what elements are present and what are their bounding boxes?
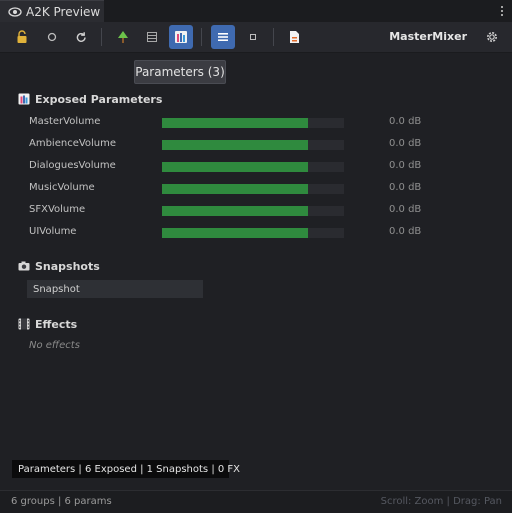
footer-counts: 6 groups | 6 params xyxy=(11,496,112,507)
expanded-layout-button[interactable] xyxy=(211,25,235,49)
parameter-name: AmbienceVolume xyxy=(29,138,117,149)
status-summary: Parameters | 6 Exposed | 1 Snapshots | 0… xyxy=(12,460,240,478)
meter-fill xyxy=(162,140,308,150)
meter-fill xyxy=(162,162,308,172)
footer-bar: 6 groups | 6 params Scroll: Zoom | Drag:… xyxy=(0,490,512,513)
meter-fill xyxy=(162,206,308,216)
refresh-icon xyxy=(76,31,86,42)
parameter-value: 0.0 dB xyxy=(389,138,422,149)
toolbar-separator xyxy=(201,28,202,46)
parameters-icon xyxy=(18,93,30,105)
volume-meter[interactable] xyxy=(162,140,344,150)
parameter-value: 0.0 dB xyxy=(389,226,422,237)
parameter-name: SFXVolume xyxy=(29,204,86,215)
toolbar: MasterMixer xyxy=(0,22,512,53)
parameter-name: MusicVolume xyxy=(29,182,95,193)
parameter-name: DialoguesVolume xyxy=(29,160,116,171)
more-options-icon[interactable] xyxy=(498,4,506,18)
compact-layout-button[interactable] xyxy=(241,25,265,49)
list-icon xyxy=(147,32,157,42)
menu-icon xyxy=(218,33,228,41)
camera-icon xyxy=(18,261,30,271)
volume-meter[interactable] xyxy=(162,118,344,128)
window-title: A2K Preview xyxy=(26,5,101,19)
circle-icon xyxy=(47,32,57,42)
square-icon xyxy=(250,34,256,40)
snapshot-item[interactable]: Snapshot xyxy=(27,280,203,298)
parameter-value: 0.0 dB xyxy=(389,182,422,193)
parameter-name: UIVolume xyxy=(29,226,77,237)
meter-fill xyxy=(162,228,308,238)
tooltip: Parameters (3) xyxy=(134,60,226,84)
parameter-name: MasterVolume xyxy=(29,116,101,127)
toolbar-separator xyxy=(101,28,102,46)
effects-header[interactable]: Effects xyxy=(18,316,77,332)
volume-meter[interactable] xyxy=(162,228,344,238)
record-button[interactable] xyxy=(40,25,64,49)
meter-fill xyxy=(162,184,308,194)
section-title: Exposed Parameters xyxy=(35,92,163,106)
parameters-view-button[interactable] xyxy=(169,25,193,49)
parameters-icon xyxy=(175,31,187,43)
refresh-button[interactable] xyxy=(69,25,93,49)
snapshots-header[interactable]: Snapshots xyxy=(18,258,100,274)
window-tab[interactable]: A2K Preview xyxy=(0,0,104,23)
parameter-value: 0.0 dB xyxy=(389,160,422,171)
mixer-name[interactable]: MasterMixer xyxy=(389,30,467,43)
eye-icon xyxy=(8,7,22,17)
volume-meter[interactable] xyxy=(162,184,344,194)
section-title: Snapshots xyxy=(35,259,100,273)
section-title: Effects xyxy=(35,317,78,331)
toolbar-separator xyxy=(273,28,274,46)
unlock-icon xyxy=(17,30,27,43)
document-icon xyxy=(290,31,299,43)
settings-button[interactable] xyxy=(480,25,504,49)
volume-meter[interactable] xyxy=(162,162,344,172)
parameter-value: 0.0 dB xyxy=(389,204,422,215)
volume-meter[interactable] xyxy=(162,206,344,216)
meter-fill xyxy=(162,118,308,128)
title-bar: A2K Preview xyxy=(0,0,512,23)
tree-view-button[interactable] xyxy=(111,25,135,49)
lock-button[interactable] xyxy=(10,25,34,49)
export-button[interactable] xyxy=(282,25,306,49)
parameter-value: 0.0 dB xyxy=(389,116,422,127)
empty-effects-text: No effects xyxy=(29,340,80,351)
list-view-button[interactable] xyxy=(140,25,164,49)
tree-icon xyxy=(118,31,128,43)
footer-hint: Scroll: Zoom | Drag: Pan xyxy=(380,496,502,507)
exposed-parameters-header[interactable]: Exposed Parameters xyxy=(18,91,162,107)
film-icon xyxy=(18,318,30,330)
gear-icon xyxy=(487,32,497,42)
